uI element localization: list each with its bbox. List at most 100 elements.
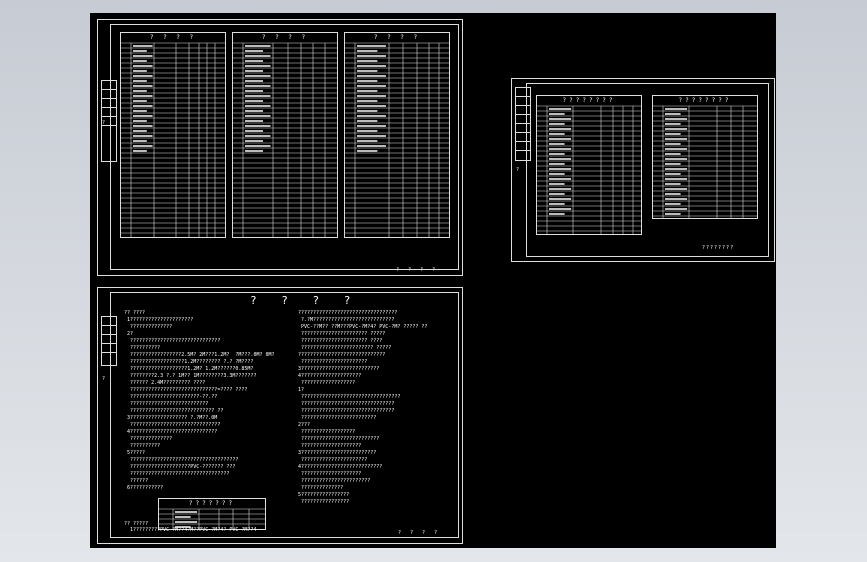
cell-text-mark [549, 203, 565, 205]
cell-text-mark [357, 145, 386, 147]
cell-text-mark [665, 188, 688, 190]
cell-text-mark [665, 113, 681, 115]
note-line: ??????????????????????????????? [298, 401, 395, 407]
cell-text-mark [133, 60, 147, 62]
table-grid [537, 105, 641, 234]
note-line: ?????? 2.4M????????? ???? [124, 380, 206, 386]
cell-text-mark [549, 213, 565, 215]
cell-text-mark [549, 168, 572, 170]
cell-text-mark [245, 140, 263, 142]
cell-text-mark [357, 110, 378, 112]
pipe-legend-table[interactable]: ??????? [158, 498, 266, 530]
cell-text-mark [133, 80, 147, 82]
cell-text-mark [245, 115, 271, 117]
footer-line: 1?????????PVC-?M??4?M??PVC-?M?4? PVC-?M?… [124, 527, 257, 533]
drawing-sheet-materials[interactable]: ? ? ? ? ? ? ? ? ? ? ? ? ? ? ? ? ? [97, 19, 463, 276]
cell-text-mark [245, 150, 263, 152]
note-line: ????????????????????PVC-??????? ??? [124, 464, 236, 470]
cell-text-mark [357, 105, 386, 107]
cell-text-mark [133, 85, 153, 87]
cell-text-mark [357, 135, 386, 137]
cell-text-mark [245, 60, 263, 62]
cell-text-mark [665, 198, 688, 200]
materials-table-1[interactable]: ? ? ? ? [120, 32, 226, 238]
notes-right-column: ????????????????????????????????? ?.?M??… [298, 310, 458, 520]
drawing-sheet-notes[interactable]: ? ? ? ? ? ?? ???? 1?????????????????????… [97, 287, 463, 544]
note-line: ?????????????????????? [298, 359, 368, 365]
materials-table-2[interactable]: ? ? ? ? [232, 32, 338, 238]
cell-text-mark [665, 118, 688, 120]
drawing-sheet-equipment[interactable]: ? ???????? ???????? ???????? [511, 78, 775, 262]
cell-text-mark [665, 193, 681, 195]
cell-text-mark [133, 115, 153, 117]
cell-text-mark [549, 108, 572, 110]
note-line: ?????????????????? [298, 380, 356, 386]
cell-text-mark [357, 60, 378, 62]
cell-text-mark [133, 50, 147, 52]
cell-text-mark [245, 65, 271, 67]
note-line: ?????????????? [298, 485, 344, 491]
cell-text-mark [665, 123, 681, 125]
note-line: 5???????????????? [298, 492, 350, 498]
cad-viewport[interactable]: ? ? ? ? ? ? ? ? ? ? ? ? ? ? ? ? ? ? ????… [90, 13, 776, 548]
cell-text-mark [549, 118, 572, 120]
side-mark: ? [102, 376, 106, 382]
note-line: ?????????????????2.5M? 2M???1.2M? ?M???.… [124, 352, 275, 358]
cell-text-mark [133, 70, 147, 72]
note-line: ?????????????? [124, 324, 173, 330]
cell-text-mark [245, 105, 271, 107]
cell-text-mark [245, 135, 271, 137]
cell-text-mark [665, 183, 681, 185]
cell-text-mark [665, 168, 688, 170]
cell-text-mark [245, 145, 271, 147]
cell-text-mark [357, 140, 378, 142]
cell-text-mark [133, 125, 153, 127]
note-line: 2??? [298, 422, 311, 428]
cell-text-mark [549, 138, 572, 140]
equipment-table-2[interactable]: ???????? [652, 95, 758, 219]
cell-text-mark [665, 148, 688, 150]
cell-text-mark [245, 80, 263, 82]
cell-text-mark [549, 173, 565, 175]
cell-text-mark [357, 50, 378, 52]
cell-text-mark [133, 145, 153, 147]
title-block-stamp: ? ? ? ? [398, 530, 441, 536]
cell-text-mark [665, 178, 688, 180]
note-line: ????????????????????????????? [298, 352, 386, 358]
cell-text-mark [245, 45, 271, 47]
cell-text-mark [665, 203, 681, 205]
cell-text-mark [357, 65, 386, 67]
cell-text-mark [665, 213, 681, 215]
note-line: 4???????????????????? [298, 373, 362, 379]
cell-text-mark [665, 163, 681, 165]
cell-text-mark [665, 173, 681, 175]
note-line: ?????????????????????? ????? [298, 331, 386, 337]
cell-text-mark [245, 95, 271, 97]
cell-text-mark [549, 133, 565, 135]
note-line: ???????????????????????????? ?? [124, 408, 224, 414]
note-line: ???????????????????????????????????? [124, 457, 239, 463]
note-line: 3??????????????????? ?.?M??.0M [124, 415, 218, 421]
note-line: ?????????????????????????? [124, 401, 209, 407]
note-line: ????????????????????????????????? [298, 310, 398, 316]
note-line: ?????????????????????????????? [124, 338, 221, 344]
cell-text-mark [357, 70, 378, 72]
cell-text-mark [133, 45, 153, 47]
cell-text-mark [549, 193, 565, 195]
cell-text-mark [357, 90, 378, 92]
notes-heading: ? ? ? ? [250, 294, 360, 307]
cell-text-mark [133, 100, 147, 102]
note-line: ?????????????????????????????? [124, 422, 221, 428]
cell-text-mark [549, 128, 572, 130]
equipment-table-1[interactable]: ???????? [536, 95, 642, 235]
cell-text-mark [245, 70, 263, 72]
materials-table-3[interactable]: ? ? ? ? [344, 32, 450, 238]
cell-text-mark [245, 110, 263, 112]
cell-text-mark [245, 55, 271, 57]
note-line: ??????????????????????? [298, 478, 371, 484]
sheet-side-strip [515, 87, 531, 161]
table-grid [345, 42, 449, 237]
note-line: ??????????????????????????????? [298, 408, 395, 414]
note-line: ?????? [124, 478, 149, 484]
note-line: 4??????????????????????????? [298, 464, 383, 470]
